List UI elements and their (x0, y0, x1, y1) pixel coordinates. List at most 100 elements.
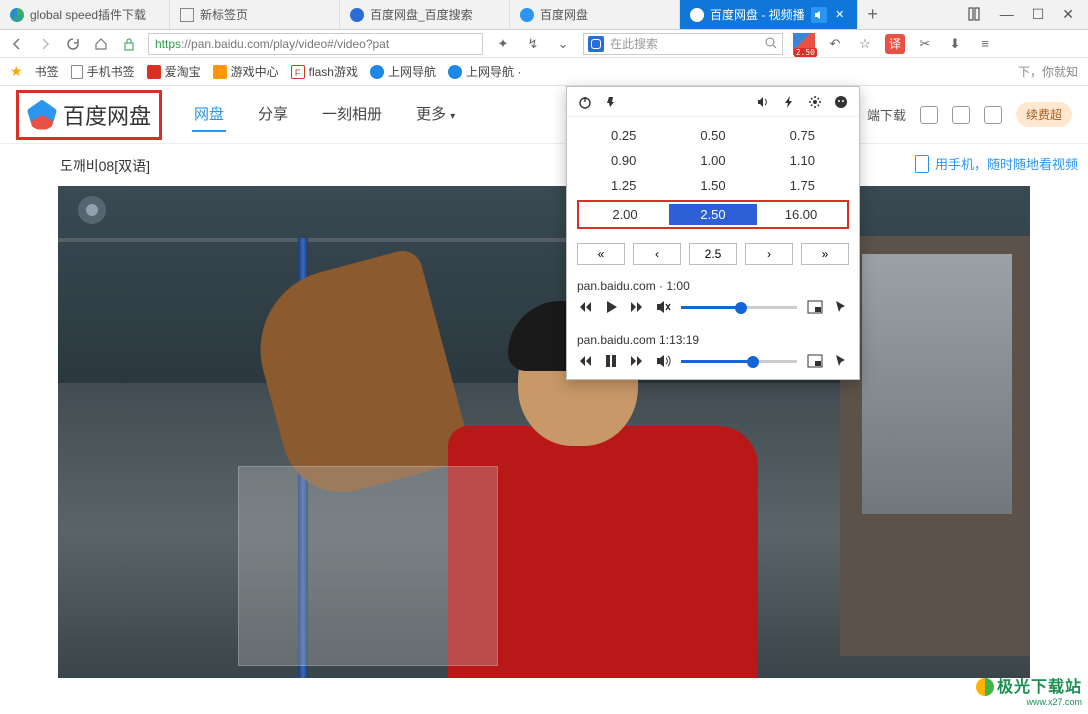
nav-album[interactable]: 一刻相册 (320, 97, 384, 132)
lightning-icon[interactable] (781, 94, 797, 110)
new-tab-button[interactable]: + (858, 4, 888, 25)
speed-16.00[interactable]: 16.00 (757, 204, 845, 225)
speed-0.25[interactable]: 0.25 (579, 125, 668, 146)
bookmark-aitaobao[interactable]: 爱淘宝 (147, 63, 201, 80)
tab-baidu-pan-video[interactable]: 百度网盘 - 视频播 ✕ (680, 0, 858, 29)
reload-button[interactable] (64, 35, 82, 53)
speed-forward-button[interactable]: › (745, 243, 793, 265)
speed-1.50[interactable]: 1.50 (668, 175, 757, 196)
media-section-2: pan.baidu.com 1:13:19 (567, 325, 859, 379)
chevron-down-icon: ▾ (450, 111, 455, 122)
gear-icon[interactable] (807, 94, 823, 110)
phone-icon (915, 155, 929, 173)
video-player[interactable] (58, 186, 1030, 678)
star-icon[interactable]: ★ (10, 63, 23, 80)
speed-forward-fast-button[interactable]: » (801, 243, 849, 265)
url-input[interactable]: https://pan.baidu.com/play/video#/video?… (148, 33, 483, 55)
volume-icon[interactable] (755, 94, 771, 110)
bookmark-bookmarks[interactable]: 书签 (35, 63, 59, 80)
globalspeed-extension-button[interactable]: 2.50 (793, 33, 815, 55)
baidupan-logo[interactable]: 百度网盘 (27, 99, 151, 131)
skip-back-icon[interactable] (577, 299, 593, 315)
back-button[interactable] (8, 35, 26, 53)
bookmark-tail: 下，你就知 (1018, 63, 1078, 80)
bookmark-flashgame[interactable]: Fflash游戏 (291, 63, 358, 80)
power-icon[interactable] (577, 94, 593, 110)
tab-close-button[interactable]: ✕ (833, 8, 847, 22)
vip-renew-button[interactable]: 续费超 (1016, 102, 1072, 127)
skip-back-icon[interactable] (577, 353, 593, 369)
mobile-hint-link[interactable]: 用手机，随时随地看视频 (915, 154, 1078, 173)
compat-icon[interactable]: ↯ (523, 34, 543, 54)
speed-0.75[interactable]: 0.75 (758, 125, 847, 146)
mute-icon[interactable] (655, 299, 671, 315)
url-host: ://pan.baidu.com (181, 37, 270, 51)
wardrobe-icon[interactable] (966, 6, 982, 23)
menu-icon[interactable]: ≡ (975, 34, 995, 54)
client-download-link[interactable]: 端下载 (867, 105, 906, 124)
speed-0.90[interactable]: 0.90 (579, 150, 668, 171)
nav-netdisk[interactable]: 网盘 (192, 97, 226, 132)
media1-progress-slider[interactable] (681, 300, 797, 314)
search-input[interactable]: 在此搜索 (583, 33, 783, 55)
media2-label: pan.baidu.com 1:13:19 (577, 333, 849, 347)
pip-icon[interactable] (807, 353, 823, 369)
maximize-button[interactable]: ☐ (1032, 6, 1045, 23)
home-button[interactable] (92, 35, 110, 53)
download-icon[interactable]: ⬇ (945, 34, 965, 54)
close-button[interactable]: ✕ (1062, 6, 1074, 23)
wand-icon[interactable]: ✦ (493, 34, 513, 54)
play-icon[interactable] (603, 299, 619, 315)
speed-rewind-button[interactable]: ‹ (633, 243, 681, 265)
tshirt-icon[interactable] (984, 106, 1002, 124)
tab-globalspeed[interactable]: global speed插件下载 (0, 0, 170, 29)
nav-share[interactable]: 分享 (256, 97, 290, 132)
cursor-icon[interactable] (833, 299, 849, 315)
chevron-down-icon[interactable]: ⌄ (553, 34, 573, 54)
speed-1.00[interactable]: 1.00 (668, 150, 757, 171)
bell-icon[interactable] (920, 106, 938, 124)
window-controls: — ☐ ✕ (966, 6, 1088, 23)
pan-header-right: 端下载 续费超 (867, 102, 1072, 127)
speed-current-input[interactable]: 2.5 (689, 243, 737, 265)
bookmark-mobile[interactable]: 手机书签 (71, 63, 135, 80)
speed-2.50-selected[interactable]: 2.50 (669, 204, 757, 225)
bookmark-nav1[interactable]: 上网导航 (370, 63, 436, 80)
search-icon[interactable] (765, 37, 778, 50)
favorite-icon[interactable]: ☆ (855, 34, 875, 54)
lock-icon[interactable] (120, 35, 138, 53)
speed-1.25[interactable]: 1.25 (579, 175, 668, 196)
pause-icon[interactable] (603, 353, 619, 369)
speed-1.75[interactable]: 1.75 (758, 175, 847, 196)
undo-icon[interactable]: ↶ (825, 34, 845, 54)
pip-icon[interactable] (807, 299, 823, 315)
speed-2.00[interactable]: 2.00 (581, 204, 669, 225)
speed-1.10[interactable]: 1.10 (758, 150, 847, 171)
baidupan-icon (690, 8, 704, 22)
pin-icon[interactable] (603, 94, 619, 110)
bookmark-nav2[interactable]: 上网导航 · (448, 63, 521, 80)
skip-fwd-icon[interactable] (629, 299, 645, 315)
speed-0.50[interactable]: 0.50 (668, 125, 757, 146)
github-icon[interactable] (833, 94, 849, 110)
ie-icon (448, 65, 462, 79)
media2-progress-slider[interactable] (681, 354, 797, 368)
nav-more[interactable]: 更多 ▾ (414, 97, 457, 132)
translate-button[interactable]: 译 (885, 34, 905, 54)
baidupan-icon (520, 8, 534, 22)
skip-fwd-icon[interactable] (629, 353, 645, 369)
grid-icon (180, 8, 194, 22)
bookmark-gamecenter[interactable]: 游戏中心 (213, 63, 279, 80)
minimize-button[interactable]: — (1000, 6, 1014, 23)
forward-button[interactable] (36, 35, 54, 53)
tab-mute-icon[interactable] (811, 7, 827, 23)
speed-rewind-fast-button[interactable]: « (577, 243, 625, 265)
tab-baidu-search[interactable]: 百度网盘_百度搜索 (340, 0, 510, 29)
clipboard-icon[interactable] (952, 106, 970, 124)
scissors-icon[interactable]: ✂ (915, 34, 935, 54)
tab-newtab[interactable]: 新标签页 (170, 0, 340, 29)
cursor-icon[interactable] (833, 353, 849, 369)
volume-on-icon[interactable] (655, 353, 671, 369)
tab-baidu-pan[interactable]: 百度网盘 (510, 0, 680, 29)
media-section-1: pan.baidu.com · 1:00 (567, 271, 859, 325)
